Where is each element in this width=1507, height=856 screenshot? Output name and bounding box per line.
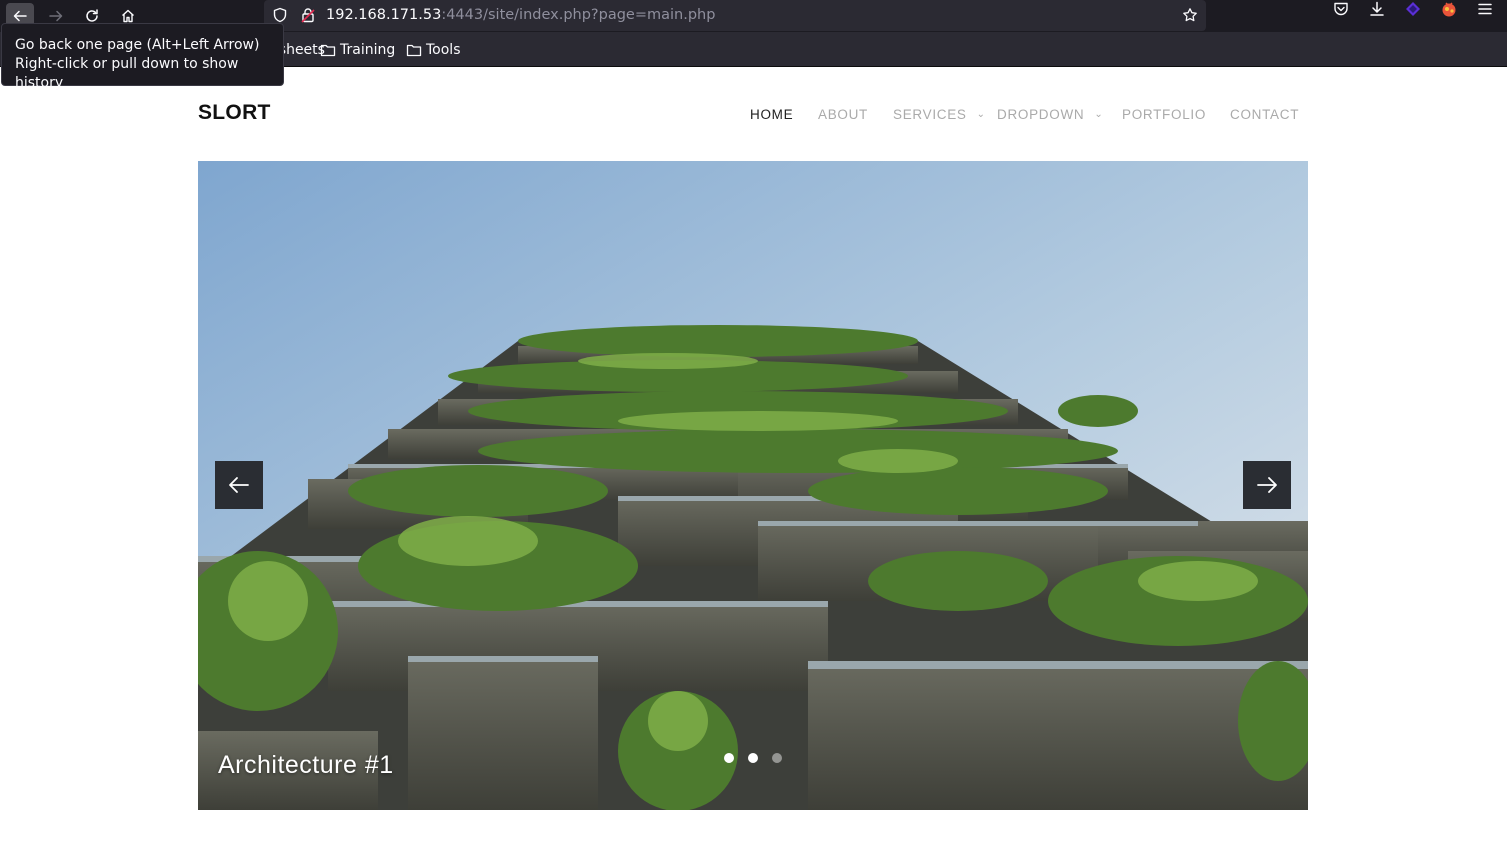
download-icon[interactable] — [1368, 0, 1386, 18]
star-icon[interactable] — [1182, 7, 1198, 23]
home-icon — [122, 9, 134, 23]
folder-icon — [320, 44, 336, 57]
slide-image — [198, 161, 1308, 810]
pocket-icon[interactable] — [1332, 0, 1350, 18]
tooltip-line: Right-click or pull down to show history — [15, 56, 239, 91]
hamburger-menu-icon[interactable] — [1476, 0, 1494, 18]
nav-item-portfolio[interactable]: PORTFOLIO — [1122, 107, 1206, 122]
nav-item-home[interactable]: HOME — [750, 107, 793, 122]
hero-slider: Architecture #1 — [198, 161, 1308, 810]
arrow-left-icon — [13, 10, 27, 22]
arrow-right-icon — [1257, 477, 1277, 493]
arrow-left-icon — [229, 477, 249, 493]
nav-item-about[interactable]: ABOUT — [818, 107, 868, 122]
chevron-down-icon: ⌄ — [1094, 109, 1104, 120]
bookmark-folder-training[interactable]: Training — [320, 42, 395, 58]
folder-icon — [406, 44, 422, 57]
slide-caption: Architecture #1 — [218, 751, 394, 779]
slider-prev-button[interactable] — [215, 461, 263, 509]
reload-icon — [86, 9, 98, 22]
url-text[interactable]: 192.168.171.53:4443/site/index.php?page=… — [326, 7, 715, 23]
bookmark-label: Tools — [426, 42, 461, 58]
arrow-right-icon — [49, 10, 63, 22]
url-path: :4443/site/index.php?page=main.php — [441, 7, 716, 23]
tooltip-line: Go back one page (Alt+Left Arrow) — [15, 37, 260, 53]
slider-dot[interactable] — [748, 753, 758, 763]
nav-item-contact[interactable]: CONTACT — [1230, 107, 1299, 122]
shield-icon[interactable] — [272, 7, 288, 23]
slider-next-button[interactable] — [1243, 461, 1291, 509]
nav-label: SERVICES — [893, 107, 967, 122]
extension-icon[interactable] — [1440, 0, 1458, 18]
back-button-tooltip: Go back one page (Alt+Left Arrow) Right-… — [1, 23, 284, 91]
chevron-down-icon: ⌄ — [976, 109, 986, 120]
url-host: 192.168.171.53 — [326, 7, 442, 23]
bookmark-label: Training — [340, 42, 396, 58]
nav-item-dropdown[interactable]: DROPDOWN ⌄ — [997, 107, 1103, 122]
slider-dot[interactable] — [772, 753, 782, 763]
lock-icon[interactable] — [300, 7, 316, 23]
bookmark-folder-tools[interactable]: Tools — [406, 42, 461, 58]
extension-icon[interactable] — [1404, 0, 1422, 18]
slider-dot[interactable] — [724, 753, 734, 763]
nav-label: DROPDOWN — [997, 107, 1085, 122]
nav-item-services[interactable]: SERVICES ⌄ — [893, 107, 986, 122]
main-nav: HOME ABOUT SERVICES ⌄ DROPDOWN ⌄ PORTFOLIO… — [0, 107, 1507, 127]
url-bar[interactable]: 192.168.171.53:4443/site/index.php?page=… — [264, 0, 1206, 31]
